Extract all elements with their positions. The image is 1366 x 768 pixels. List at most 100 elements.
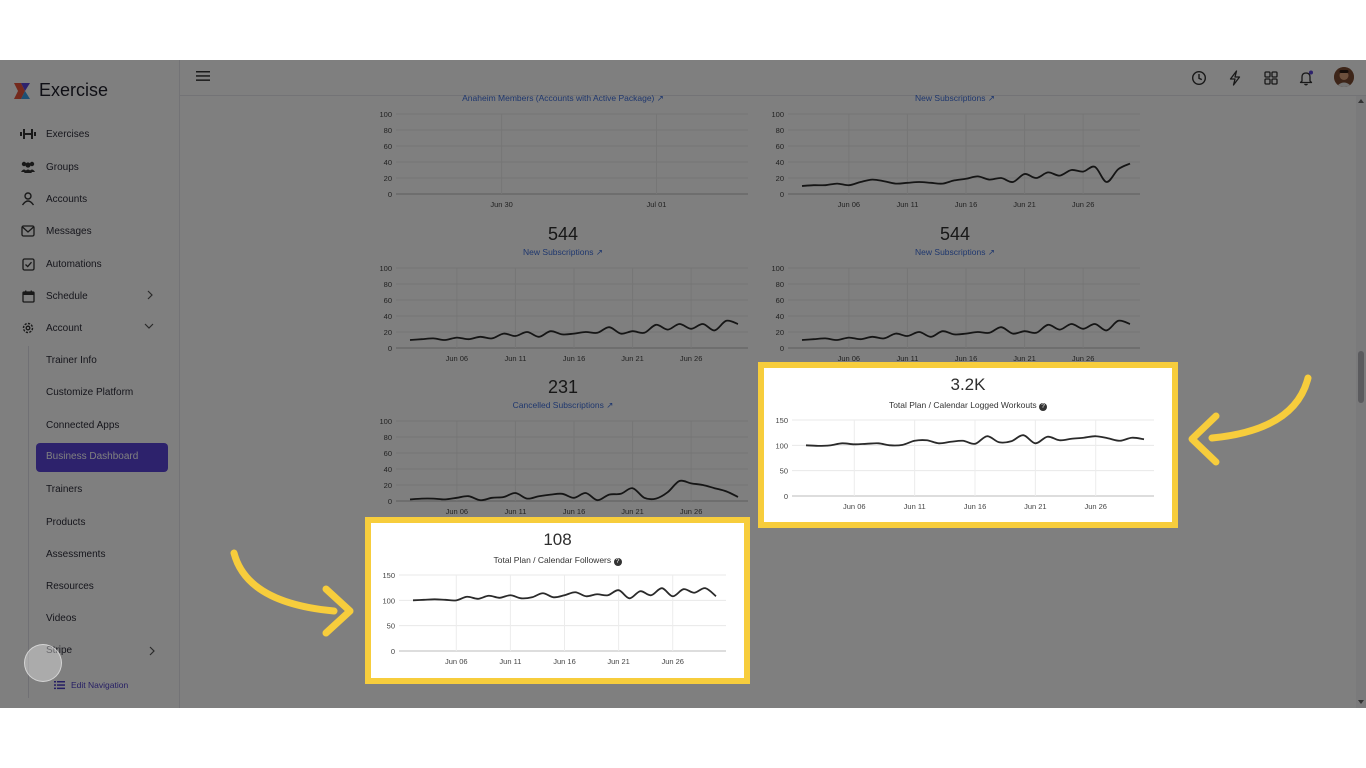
y-tick-label: 40 (776, 158, 784, 167)
x-tick-label: Jun 16 (553, 657, 576, 666)
sidebar-subitem-connected-apps[interactable]: Connected Apps (46, 415, 119, 435)
x-tick-label: Jun 16 (563, 507, 586, 516)
chart-title-link[interactable]: New Subscriptions ↗ (760, 93, 1150, 104)
pointer-arrow-icon (1188, 374, 1312, 466)
sidebar-item-label: Account (46, 322, 83, 334)
users-icon (20, 159, 36, 175)
bell-icon[interactable] (1297, 69, 1315, 87)
x-tick-label: Jun 06 (445, 657, 468, 666)
user-icon (20, 191, 36, 207)
brand-name: Exercise (39, 80, 109, 100)
metric-value: 108 (543, 530, 572, 549)
mail-icon (20, 223, 36, 239)
y-tick-label: 60 (384, 449, 392, 458)
x-tick-label: Jun 16 (955, 200, 978, 209)
sidebar-item-account[interactable]: Account (20, 316, 170, 340)
y-tick-label: 100 (379, 110, 392, 119)
chart-title-link[interactable]: Anaheim Members (Accounts with Active Pa… (368, 93, 758, 104)
x-tick-label: Jun 21 (621, 507, 644, 516)
chart-new-subscriptions-left: 544 New Subscriptions ↗ 0 20 40 60 80 100 Jun … (368, 222, 758, 372)
subnav-line (28, 346, 29, 698)
x-tick-label: Jun 16 (563, 354, 586, 363)
sidebar-subitem-assessments[interactable]: Assessments (46, 544, 105, 564)
avatar[interactable] (1334, 67, 1354, 87)
x-tick-label: Jun 11 (499, 657, 521, 666)
external-link-icon: ↗ (656, 93, 664, 103)
y-tick-label: 60 (384, 296, 392, 305)
line-chart: 020406080100Jun 06 Jun 11 Jun 16 Jun 21 Jun … (379, 417, 748, 516)
y-tick-label: 0 (780, 344, 784, 353)
hamburger-menu-icon[interactable] (196, 70, 210, 82)
pointer-arrow-icon (230, 549, 354, 637)
sidebar-subitem-customize-platform[interactable]: Customize Platform (46, 382, 133, 402)
sidebar-item-schedule[interactable]: Schedule (20, 284, 170, 308)
chevron-right-icon (147, 290, 153, 300)
edit-navigation-link[interactable]: Edit Navigation (54, 680, 128, 690)
bolt-icon[interactable] (1226, 69, 1244, 87)
sidebar: Exercise Exercises Groups Accounts Messa… (0, 60, 180, 708)
chart-title-link[interactable]: New Subscriptions ↗ (760, 247, 1150, 258)
history-icon[interactable] (1190, 69, 1208, 87)
y-tick-label: 80 (776, 280, 784, 289)
y-tick-label: 60 (776, 296, 784, 305)
sidebar-item-messages[interactable]: Messages (20, 219, 170, 243)
external-link-icon: ↗ (595, 247, 603, 257)
external-link-icon: ↗ (606, 400, 614, 410)
sidebar-subitem-products[interactable]: Products (46, 512, 85, 532)
line-chart: 020406080100Jun 06 Jun 11 Jun 16 Jun 21 Jun … (771, 264, 1140, 363)
sidebar-item-label: Accounts (46, 193, 88, 205)
y-tick-label: 100 (775, 441, 788, 450)
chart-anaheim-members: Anaheim Members (Accounts with Active Pa… (368, 93, 758, 216)
y-tick-label: 80 (776, 126, 784, 135)
edit-navigation-label: Edit Navigation (71, 680, 129, 690)
x-tick-label: Jun 21 (1024, 502, 1047, 511)
x-tick-label: Jun 26 (1084, 502, 1107, 511)
y-tick-label: 40 (384, 158, 392, 167)
x-tick-label: Jul 01 (646, 200, 666, 209)
y-tick-label: 0 (391, 647, 395, 656)
sidebar-subitem-resources[interactable]: Resources (46, 576, 94, 596)
apps-grid-icon[interactable] (1262, 69, 1280, 87)
line-chart: 0 50 100 150 Jun 06 Jun 11 Jun 16 Jun 21 Jun 26 (775, 416, 1154, 511)
y-tick-label: 100 (382, 596, 395, 605)
sidebar-item-label: Exercises (46, 128, 90, 140)
x-tick-label: Jun 06 (446, 507, 469, 516)
chart-new-subscriptions-top: New Subscriptions ↗ 0 20 40 60 80 100 Jun 06 Ju… (760, 93, 1150, 216)
x-tick-label: Jun 06 (843, 502, 866, 511)
chart-cancelled-subscriptions: 231 Cancelled Subscriptions ↗ 0 20 40 60 80 1… (368, 375, 758, 525)
scrollbar-thumb[interactable] (1358, 351, 1364, 403)
sidebar-subitem-videos[interactable]: Videos (46, 608, 76, 628)
chevron-right-icon (149, 646, 155, 656)
metric-value: 3.2K (950, 375, 986, 394)
y-tick-label: 40 (384, 465, 392, 474)
y-tick-label: 100 (771, 264, 784, 273)
y-tick-label: 100 (379, 417, 392, 426)
sidebar-item-label: Messages (46, 225, 92, 237)
y-tick-label: 80 (384, 433, 392, 442)
scroll-down-icon[interactable] (1358, 699, 1364, 705)
sidebar-subitem-label: Business Dashboard (46, 451, 139, 462)
sidebar-subitem-business-dashboard[interactable]: Business Dashboard (36, 443, 168, 472)
scroll-up-icon[interactable] (1358, 98, 1364, 104)
brand[interactable]: Exercise (12, 80, 108, 101)
logo-icon (14, 82, 30, 99)
sidebar-item-automations[interactable]: Automations (20, 252, 170, 276)
x-tick-label: Jun 21 (607, 657, 630, 666)
sidebar-subitem-trainer-info[interactable]: Trainer Info (46, 350, 97, 370)
dumbbell-icon (20, 126, 36, 142)
x-tick-label: Jun 06 (446, 354, 469, 363)
x-tick-label: Jun 26 (661, 657, 684, 666)
sidebar-item-groups[interactable]: Groups (20, 155, 170, 179)
y-tick-label: 0 (388, 497, 392, 506)
x-tick-label: Jun 30 (490, 200, 513, 209)
scrollbar[interactable] (1356, 96, 1366, 708)
sidebar-subitem-trainers[interactable]: Trainers (46, 479, 82, 499)
chart-title-link[interactable]: Cancelled Subscriptions ↗ (368, 400, 758, 411)
sidebar-item-label: Groups (46, 161, 79, 173)
chart-title-link[interactable]: New Subscriptions ↗ (368, 247, 758, 258)
sidebar-item-accounts[interactable]: Accounts (20, 187, 170, 211)
x-tick-label: Jun 16 (964, 502, 987, 511)
y-tick-label: 0 (388, 190, 392, 199)
external-link-icon: ↗ (987, 93, 995, 103)
sidebar-item-exercises[interactable]: Exercises (20, 122, 170, 146)
